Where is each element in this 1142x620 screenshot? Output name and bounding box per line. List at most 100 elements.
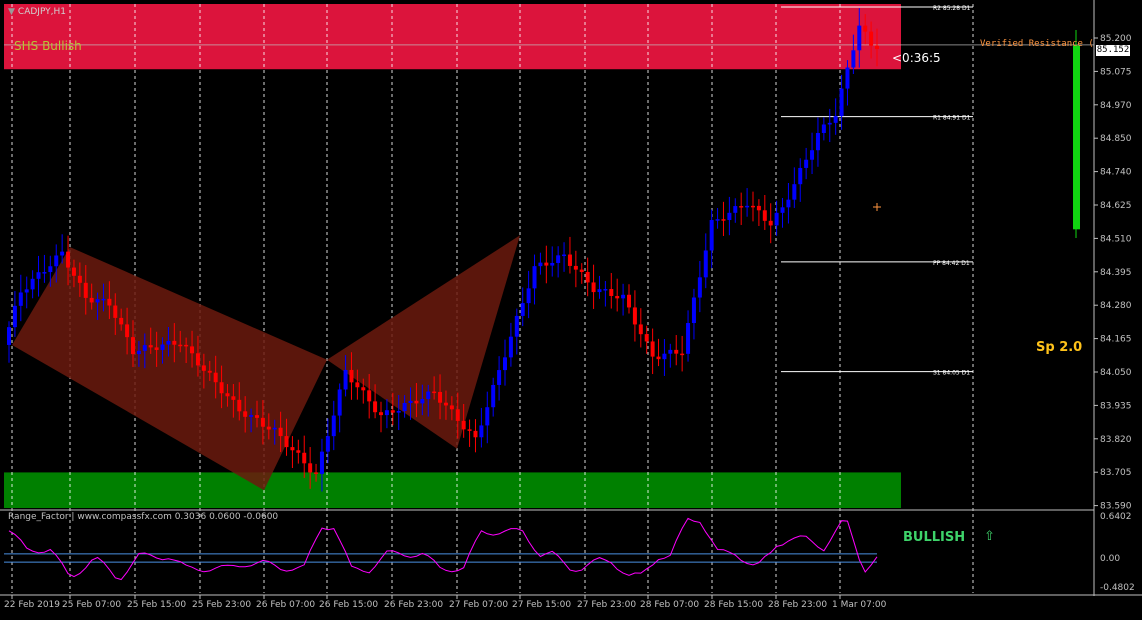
candle-body xyxy=(644,334,649,342)
candle-body xyxy=(597,289,602,293)
candle-body xyxy=(609,289,614,296)
candle-body xyxy=(774,212,779,226)
candle-body xyxy=(160,344,165,350)
candle-body xyxy=(697,277,702,298)
candle-body xyxy=(786,199,791,208)
time-tick-label: 28 Feb 23:00 xyxy=(768,600,827,610)
candle-body xyxy=(136,350,141,355)
candle-body xyxy=(668,349,673,354)
resistance-zone xyxy=(4,4,901,70)
candle-body xyxy=(691,297,696,324)
time-tick-label: 26 Feb 15:00 xyxy=(319,600,378,610)
candle-body xyxy=(810,150,815,160)
price-tick-label: 83.705 xyxy=(1100,468,1132,478)
candle-body xyxy=(178,344,183,347)
candle-body xyxy=(526,288,531,304)
candle-body xyxy=(36,272,41,279)
candle-body xyxy=(591,282,596,293)
price-tick-label: 84.280 xyxy=(1100,301,1132,311)
candle-body xyxy=(125,324,130,338)
candle-body xyxy=(733,206,738,213)
price-tick-label: 84.850 xyxy=(1100,134,1132,144)
candle-body xyxy=(18,292,23,306)
candle-body xyxy=(249,415,254,417)
candle-body xyxy=(851,50,856,68)
price-chart[interactable]: R2 85.28 D1 R1 84.91 D1 PP 84.42 D1 S1 84.0… xyxy=(0,0,1142,616)
time-tick-label: 28 Feb 07:00 xyxy=(640,600,699,610)
candle-body xyxy=(656,356,661,360)
time-tick-label: 1 Mar 07:00 xyxy=(832,600,887,610)
time-tick-label: 28 Feb 15:00 xyxy=(704,600,763,610)
pivot-label: PP 84.42 D1 xyxy=(933,260,970,267)
candle-body xyxy=(579,269,584,273)
candle-body xyxy=(148,345,153,348)
candle-body xyxy=(71,267,76,276)
candle-body xyxy=(709,220,714,251)
candle-body xyxy=(632,307,637,325)
price-tick-label: 85.075 xyxy=(1100,67,1132,77)
candle-body xyxy=(207,370,212,373)
candle-body xyxy=(804,159,809,168)
candle-body xyxy=(532,266,537,289)
candle-body xyxy=(650,341,655,357)
candle-body xyxy=(479,425,484,438)
candle-body xyxy=(195,353,200,366)
candle-body xyxy=(863,25,868,32)
signal-label: BULLISH xyxy=(903,530,966,545)
candle-body xyxy=(349,369,354,383)
time-tick-label: 26 Feb 23:00 xyxy=(384,600,443,610)
candle-body xyxy=(396,410,401,413)
candle-body xyxy=(154,347,159,350)
candle-body xyxy=(24,289,29,293)
candle-body xyxy=(792,184,797,200)
candle-body xyxy=(815,132,820,151)
candle-body xyxy=(751,205,755,208)
candle-body xyxy=(284,436,289,448)
chart-window[interactable]: R2 85.28 D1 R1 84.91 D1 PP 84.42 D1 S1 84.0… xyxy=(0,0,1142,616)
candle-body xyxy=(402,402,407,411)
candle-body xyxy=(556,255,561,263)
candle-body xyxy=(573,265,578,270)
price-tick-label: 83.590 xyxy=(1100,502,1132,512)
candle-body xyxy=(42,272,47,274)
candle-body xyxy=(674,349,679,354)
candle-body xyxy=(243,411,248,417)
candle-body xyxy=(308,463,313,473)
candle-body xyxy=(414,400,419,404)
candle-body xyxy=(520,303,525,316)
candle-body xyxy=(54,255,59,267)
candle-body xyxy=(367,390,372,402)
candle-body xyxy=(384,410,389,416)
price-tick-label: 84.165 xyxy=(1100,335,1132,345)
candle-body xyxy=(113,305,118,318)
pattern-label: SHS Bullish xyxy=(14,39,82,53)
candle-body xyxy=(497,370,502,385)
candle-body xyxy=(30,278,35,290)
candle-body xyxy=(662,353,667,360)
candle-body xyxy=(550,262,555,266)
candle-body xyxy=(420,398,425,404)
candle-body xyxy=(638,324,643,335)
candle-body xyxy=(213,372,218,383)
candle-body xyxy=(278,427,283,437)
verified-resistance-label: Verified Resistance (242 xyxy=(980,39,1094,49)
price-tick-label: 84.970 xyxy=(1100,101,1132,111)
pivot-label: S1 84.05 D1 xyxy=(933,370,970,377)
price-tick-label: 84.050 xyxy=(1100,368,1132,378)
candle-body xyxy=(455,409,460,421)
candle-body xyxy=(839,88,844,117)
candle-body xyxy=(337,389,342,416)
candle-body xyxy=(390,410,395,413)
candle-body xyxy=(627,294,631,308)
candle-body xyxy=(219,382,224,394)
candle-body xyxy=(131,337,135,355)
dropdown-triangle-icon[interactable]: ▼ xyxy=(8,7,15,17)
candle-body xyxy=(869,31,874,46)
candle-body xyxy=(426,391,431,399)
time-tick-label: 25 Feb 07:00 xyxy=(62,600,121,610)
candle-body xyxy=(119,317,124,325)
bar-countdown: <0:36:5 xyxy=(892,51,941,65)
candle-body xyxy=(768,220,773,226)
pivot-label: R1 84.91 D1 xyxy=(933,115,971,122)
candle-body xyxy=(857,25,862,51)
